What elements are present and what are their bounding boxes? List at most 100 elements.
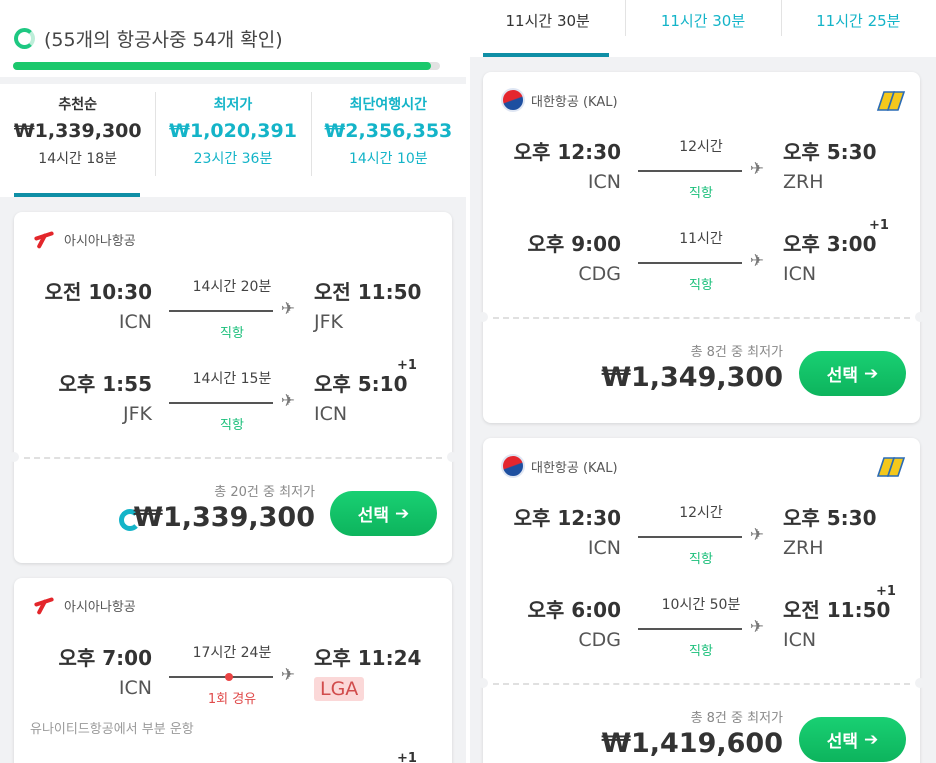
leg-duration: 17시간 24분 [192,645,272,661]
departure-time: 오후 6:00 [527,598,621,622]
airline-name: 대한항공 (KAL) [531,94,618,110]
arrow-right-icon: ➔ [864,729,879,750]
departure-time: 오후 7:00 [58,646,152,670]
card-divider [493,317,910,319]
tab-price: ₩2,356,353 [324,120,453,142]
tab-price: ₩1,339,300 [13,120,142,142]
progress-bar [13,62,440,70]
arrival-airport: ICN [783,629,817,651]
flight-leg-outbound: 오후 12:30 ICN 12시간 ✈ 직항 오후 5:30 ZRH [483,136,920,206]
card-divider [493,683,910,685]
tab-shortest[interactable]: 최단여행시간 ₩2,356,353 14시간 10분 [310,84,466,197]
active-tab-indicator [483,53,609,57]
departure: 오후 12:30 ICN [501,136,621,193]
departure-airport: ICN [118,677,152,699]
tab-duration: 14시간 18분 [38,151,118,167]
plane-icon: ✈ [749,525,764,545]
card-notch [447,452,457,462]
kal-logo-icon [501,88,525,112]
stops-label: 직항 [220,418,244,433]
departure-time: 오후 9:00 [527,232,621,256]
arrival: 오후 11:24 LGA [314,642,434,701]
price-count: 총 8건 중 최저가 [690,345,783,360]
flight-leg-outbound: 오전 10:30 ICN 14시간 20분 ✈ 직항 오전 11:50 JFK [14,276,452,346]
departure: 오후 6:00 CDG [501,594,621,651]
flight-leg-return: 오후 6:00 CDG 10시간 50분 ✈ 직항 오전 11:50 ICN +… [483,584,920,664]
tab-duration-1[interactable]: 11시간 30분 [470,0,625,57]
progress-text: (55개의 항공사중 54개 확인) [44,29,283,51]
arrival-airport: ICN [314,403,348,425]
kal-logo-icon [501,454,525,478]
airline-header: 대한항공 (KAL) [501,454,618,478]
leg-info: 11시간 ✈ 직항 [638,228,764,293]
select-button[interactable]: 선택 ➔ [330,491,437,536]
select-button[interactable]: 선택 ➔ [799,717,906,762]
route-line: ✈ [169,667,295,684]
card-notch [478,312,488,322]
select-label: 선택 [826,732,859,752]
departure-time: 오후 12:30 [513,506,621,530]
route-line: ✈ [169,301,295,318]
arrival-airport: ZRH [783,537,824,559]
airline-name: 아시아나항공 [64,599,136,615]
select-button[interactable]: 선택 ➔ [799,351,906,396]
next-day-indicator: +1 [876,584,896,599]
route-line: ✈ [638,253,764,270]
leg-info: 17시간 24분 ✈ 1회 경유 [169,642,295,707]
departure-airport: CDG [578,263,621,285]
asiana-logo-icon [32,594,58,616]
flight-card[interactable]: 대한항공 (KAL) 오후 12:30 ICN 12시간 ✈ 직항 오후 5:3… [478,72,925,423]
tab-duration: 23시간 36분 [193,151,273,167]
price-count: 총 8건 중 최저가 [690,711,783,726]
flight-card[interactable]: 아시아나항공 오전 10:30 ICN 14시간 20분 ✈ 직항 오전 11:… [9,212,457,563]
tab-cheapest[interactable]: 최저가 ₩1,020,391 23시간 36분 [155,84,310,197]
leg-info: 12시간 ✈ 직항 [638,502,764,567]
tab-title: 최저가 [213,97,253,113]
tab-duration: 14시간 10분 [348,151,428,167]
plane-icon: ✈ [749,251,764,271]
flight-card[interactable]: 아시아나항공 오후 7:00 ICN 17시간 24분 ✈ 1회 경유 오후 1… [14,578,452,763]
card-notch [915,678,925,688]
premium-badge-icon [876,91,906,111]
arrival-time: 오후 5:30 [783,140,877,164]
plane-icon: ✈ [280,665,295,685]
arrival-airport: JFK [314,311,343,333]
tab-recommended[interactable]: 추천순 ₩1,339,300 14시간 18분 [0,84,155,197]
arrow-right-icon: ➔ [395,503,410,524]
stops-label: 직항 [689,186,713,201]
stops-label: 직항 [689,278,713,293]
departure-airport: ICN [587,171,621,193]
departure-airport: ICN [118,311,152,333]
arrow-right-icon: ➔ [864,363,879,384]
card-notch [9,452,19,462]
layover-dot [225,673,233,681]
plane-icon: ✈ [280,299,295,319]
leg-duration: 12시간 [679,139,723,155]
flight-card[interactable]: 대한항공 (KAL) 오후 12:30 ICN 12시간 ✈ 직항 오후 5:3… [478,438,925,763]
route-line: ✈ [638,161,764,178]
card-divider [24,457,442,459]
price: ₩1,349,300 [601,362,783,393]
tab-duration-3[interactable]: 11시간 25분 [780,0,936,57]
flight-leg-return: 오후 1:55 JFK 14시간 15분 ✈ 직항 오후 5:10 ICN +1 [14,358,452,438]
stops-label: 1회 경유 [207,692,257,707]
price-count: 총 20건 중 최저가 [214,485,315,500]
airline-header: 아시아나항공 [32,594,136,616]
airline-name: 대한항공 (KAL) [531,460,618,476]
tab-duration-2[interactable]: 11시간 30분 [625,0,780,57]
airline-header: 아시아나항공 [32,228,136,250]
departure-time: 오전 10:30 [44,280,152,304]
next-day-indicator: +1 [397,358,417,373]
tab-price: ₩1,020,391 [169,120,297,142]
leg-duration: 10시간 50분 [661,597,741,613]
duration-tabs: 11시간 30분 11시간 30분 11시간 25분 [470,0,936,57]
plane-icon: ✈ [280,391,295,411]
right-results-panel: 11시간 30분 11시간 30분 11시간 25분 대한항공 (KAL) 오후… [470,0,936,763]
leg-info: 14시간 15분 ✈ 직항 [169,368,295,433]
codeshare-note: 유나이티드항공에서 부분 운항 [30,722,194,737]
left-results-panel: (55개의 항공사중 54개 확인) 추천순 ₩1,339,300 14시간 1… [0,0,466,763]
stops-label: 직항 [689,644,713,659]
arrival-time: 오후 5:30 [783,506,877,530]
flight-leg-outbound: 오후 12:30 ICN 12시간 ✈ 직항 오후 5:30 ZRH [483,502,920,572]
arrival-airport: ZRH [783,171,824,193]
